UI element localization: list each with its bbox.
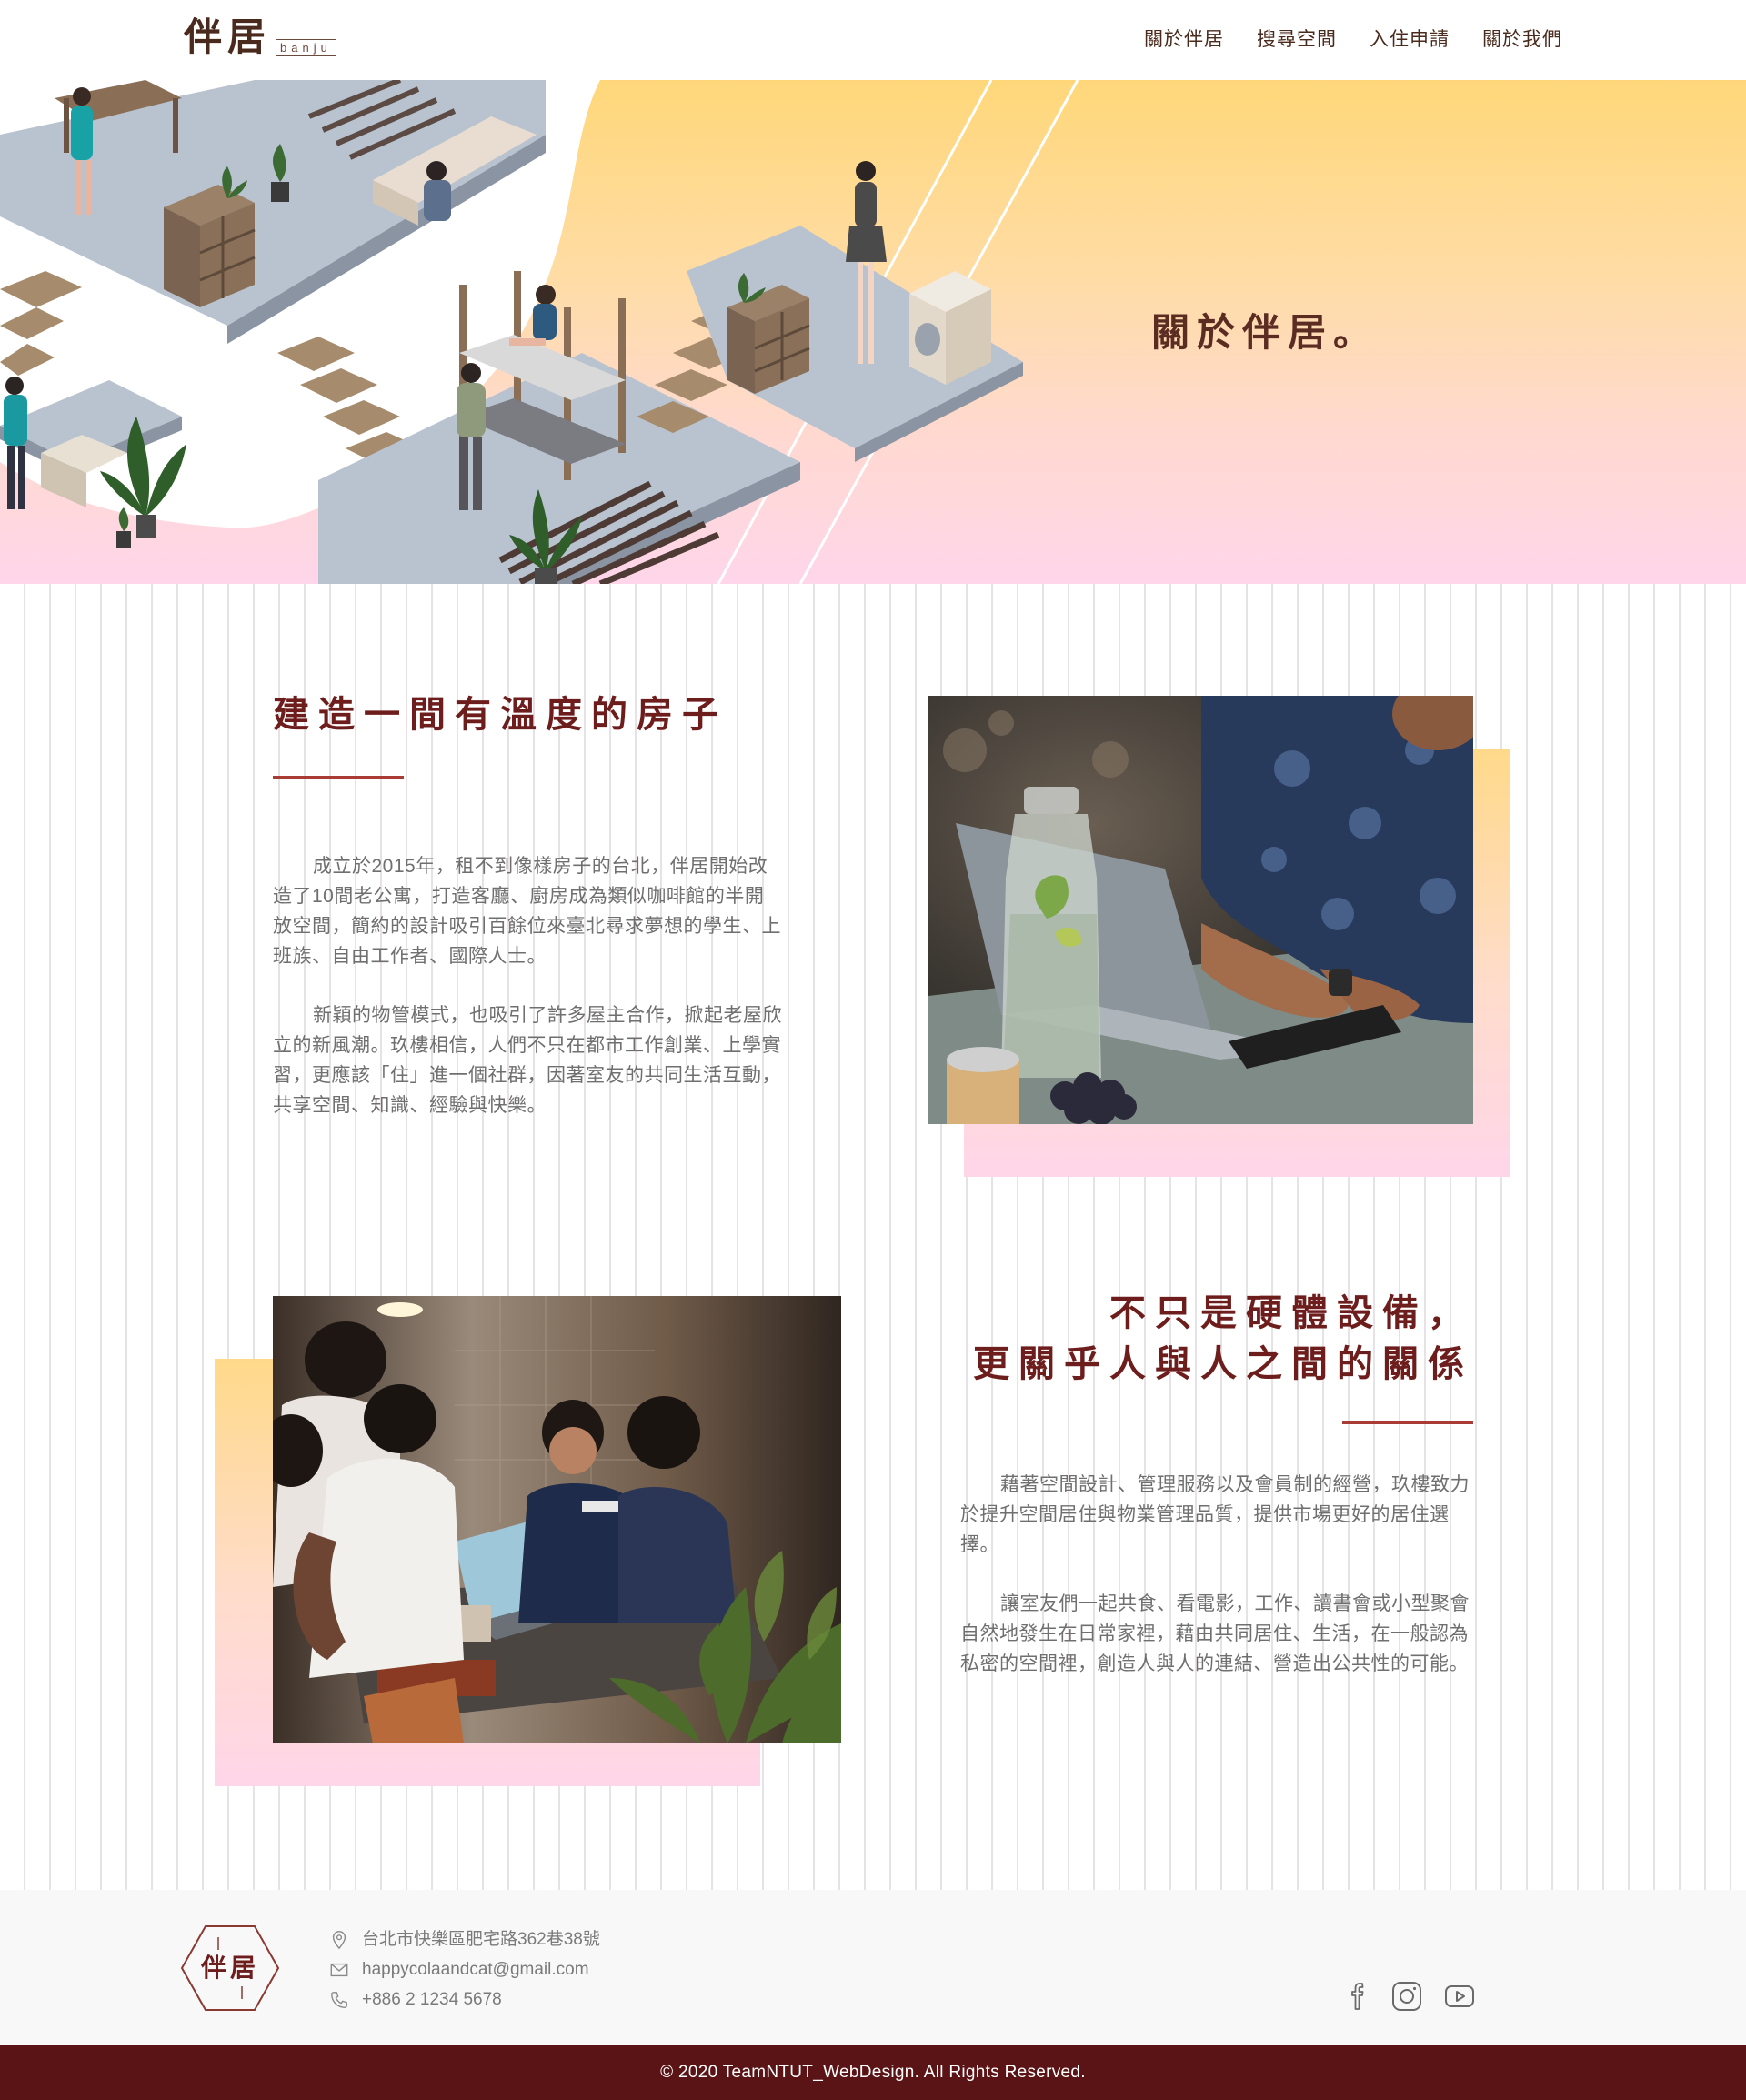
section2-title-line1: 不只是硬體設備， [1109, 1291, 1473, 1334]
footer-logo[interactable]: 伴居 [180, 1924, 280, 2012]
section2-paragraph-1: 藉著空間設計、管理服務以及會員制的經營，玖樓致力於提升空間居住與物業管理品質，提… [960, 1474, 1470, 1555]
logo-main-text: 伴居 [184, 15, 272, 59]
section2-title: 不只是硬體設備， 更關乎人與人之間的關係 [973, 1288, 1473, 1390]
phone-row[interactable]: +886 2 1234 5678 [329, 1984, 600, 2015]
section1-photo [928, 696, 1473, 1124]
copyright-bar: © 2020 TeamNTUT_WebDesign. All Rights Re… [0, 2045, 1746, 2100]
section1-paragraph-1: 成立於2015年，租不到像樣房子的台北，伴居開始改造了10間老公寓，打造客廳、廚… [273, 856, 781, 967]
section2-title-line2: 更關乎人與人之間的關係 [973, 1342, 1473, 1385]
main-nav: 關於伴居 搜尋空間 入住申請 關於我們 [1144, 26, 1562, 54]
phone-icon [331, 1991, 347, 2008]
hero-title: 關於伴居。 [1151, 310, 1380, 355]
mail-icon [330, 1963, 348, 1976]
phone-text[interactable]: +886 2 1234 5678 [362, 1989, 502, 2011]
nav-item-about-banju[interactable]: 關於伴居 [1144, 26, 1224, 54]
email-row[interactable]: happycolaandcat@gmail.com [329, 1954, 600, 1984]
youtube-icon[interactable] [1444, 1984, 1475, 2008]
social-links [1348, 1981, 1475, 2012]
address-text: 台北市快樂區肥宅路362巷38號 [362, 1929, 600, 1949]
address-row: 台北市快樂區肥宅路362巷38號 [329, 1924, 600, 1954]
nav-item-about-us[interactable]: 關於我們 [1482, 26, 1562, 54]
facebook-icon[interactable] [1348, 1981, 1370, 2012]
section1-paragraph-2: 新穎的物管模式，也吸引了許多屋主合作，掀起老屋欣立的新風潮。玖樓相信，人們不只在… [273, 1005, 782, 1116]
site-footer: 伴居 台北市快樂區肥宅路362巷38號 happycolaandcat@gmai… [0, 1890, 1746, 2045]
section2-photo [273, 1296, 841, 1743]
site-header: 伴居 banju 關於伴居 搜尋空間 入住申請 關於我們 [0, 0, 1746, 80]
section2-paragraph-2: 讓室友們一起共食、看電影，工作、讀書會或小型聚會自然地發生在日常家裡，藉由共同居… [960, 1593, 1470, 1674]
footer-logo-text: 伴居 [200, 1953, 259, 1983]
about-content: 建造一間有溫度的房子 成立於2015年，租不到像樣房子的台北，伴居開始改造了10… [0, 584, 1746, 1890]
section1-title-rule [273, 776, 404, 779]
instagram-icon[interactable] [1391, 1981, 1422, 2012]
isometric-apartment-illustration [0, 80, 1079, 584]
nav-item-search-space[interactable]: 搜尋空間 [1257, 26, 1337, 54]
logo-sub-text: banju [276, 39, 336, 56]
hero-banner: 關於伴居。 [0, 80, 1746, 584]
location-pin-icon [332, 1930, 346, 1949]
site-logo[interactable]: 伴居 banju [184, 15, 336, 60]
nav-item-apply[interactable]: 入住申請 [1370, 26, 1450, 54]
group-gathering-photo [273, 1296, 841, 1743]
email-text[interactable]: happycolaandcat@gmail.com [362, 1959, 589, 1981]
section2-title-rule [1342, 1421, 1473, 1424]
contact-info: 台北市快樂區肥宅路362巷38號 happycolaandcat@gmail.c… [329, 1924, 600, 2015]
section1-title: 建造一間有溫度的房子 [273, 693, 728, 736]
laptop-work-photo [928, 696, 1473, 1124]
